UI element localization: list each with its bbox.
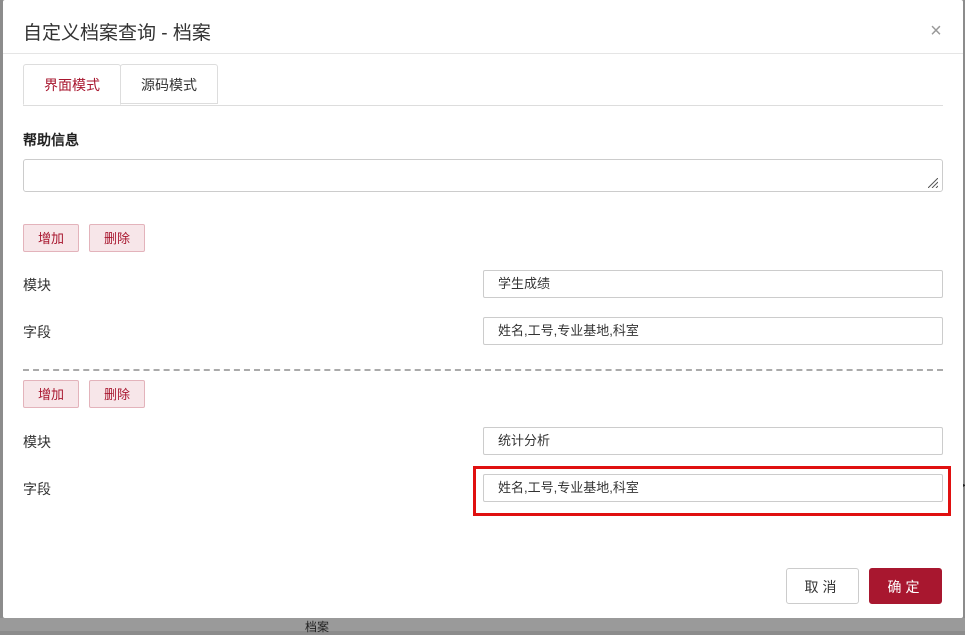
module-label: 模块 bbox=[23, 277, 51, 293]
background-page: 档案 bbox=[0, 618, 965, 634]
add-button[interactable]: 增加 bbox=[23, 380, 79, 408]
field-input[interactable]: 姓名,工号,专业基地,科室 bbox=[483, 317, 943, 345]
resize-grip-icon[interactable] bbox=[928, 178, 938, 188]
help-info-textarea[interactable] bbox=[23, 159, 943, 192]
tab-source-mode[interactable]: 源码模式 bbox=[120, 64, 218, 104]
dialog-header: 自定义档案查询 - 档案 × bbox=[3, 0, 963, 54]
module-input[interactable]: 统计分析 bbox=[483, 427, 943, 455]
group-divider bbox=[23, 369, 943, 371]
close-icon[interactable]: × bbox=[927, 21, 945, 41]
dialog-title: 自定义档案查询 - 档案 bbox=[23, 23, 211, 44]
help-info-label: 帮助信息 bbox=[23, 132, 79, 148]
cancel-button[interactable]: 取消 bbox=[786, 568, 859, 604]
add-button[interactable]: 增加 bbox=[23, 224, 79, 252]
field-label: 字段 bbox=[23, 324, 51, 340]
background-text: 档案 bbox=[305, 620, 330, 634]
delete-button[interactable]: 删除 bbox=[89, 380, 145, 408]
highlight-annotation-box bbox=[473, 466, 951, 516]
tab-ui-mode[interactable]: 界面模式 bbox=[23, 64, 121, 105]
module-label: 模块 bbox=[23, 434, 51, 450]
module-input[interactable]: 学生成绩 bbox=[483, 270, 943, 298]
mode-tabs: 界面模式 源码模式 bbox=[23, 64, 943, 106]
confirm-button[interactable]: 确定 bbox=[869, 568, 942, 604]
delete-button[interactable]: 删除 bbox=[89, 224, 145, 252]
custom-archive-query-dialog: 自定义档案查询 - 档案 × 界面模式 源码模式 帮助信息 增加 删除 模块 学… bbox=[3, 0, 963, 618]
field-label: 字段 bbox=[23, 481, 51, 497]
